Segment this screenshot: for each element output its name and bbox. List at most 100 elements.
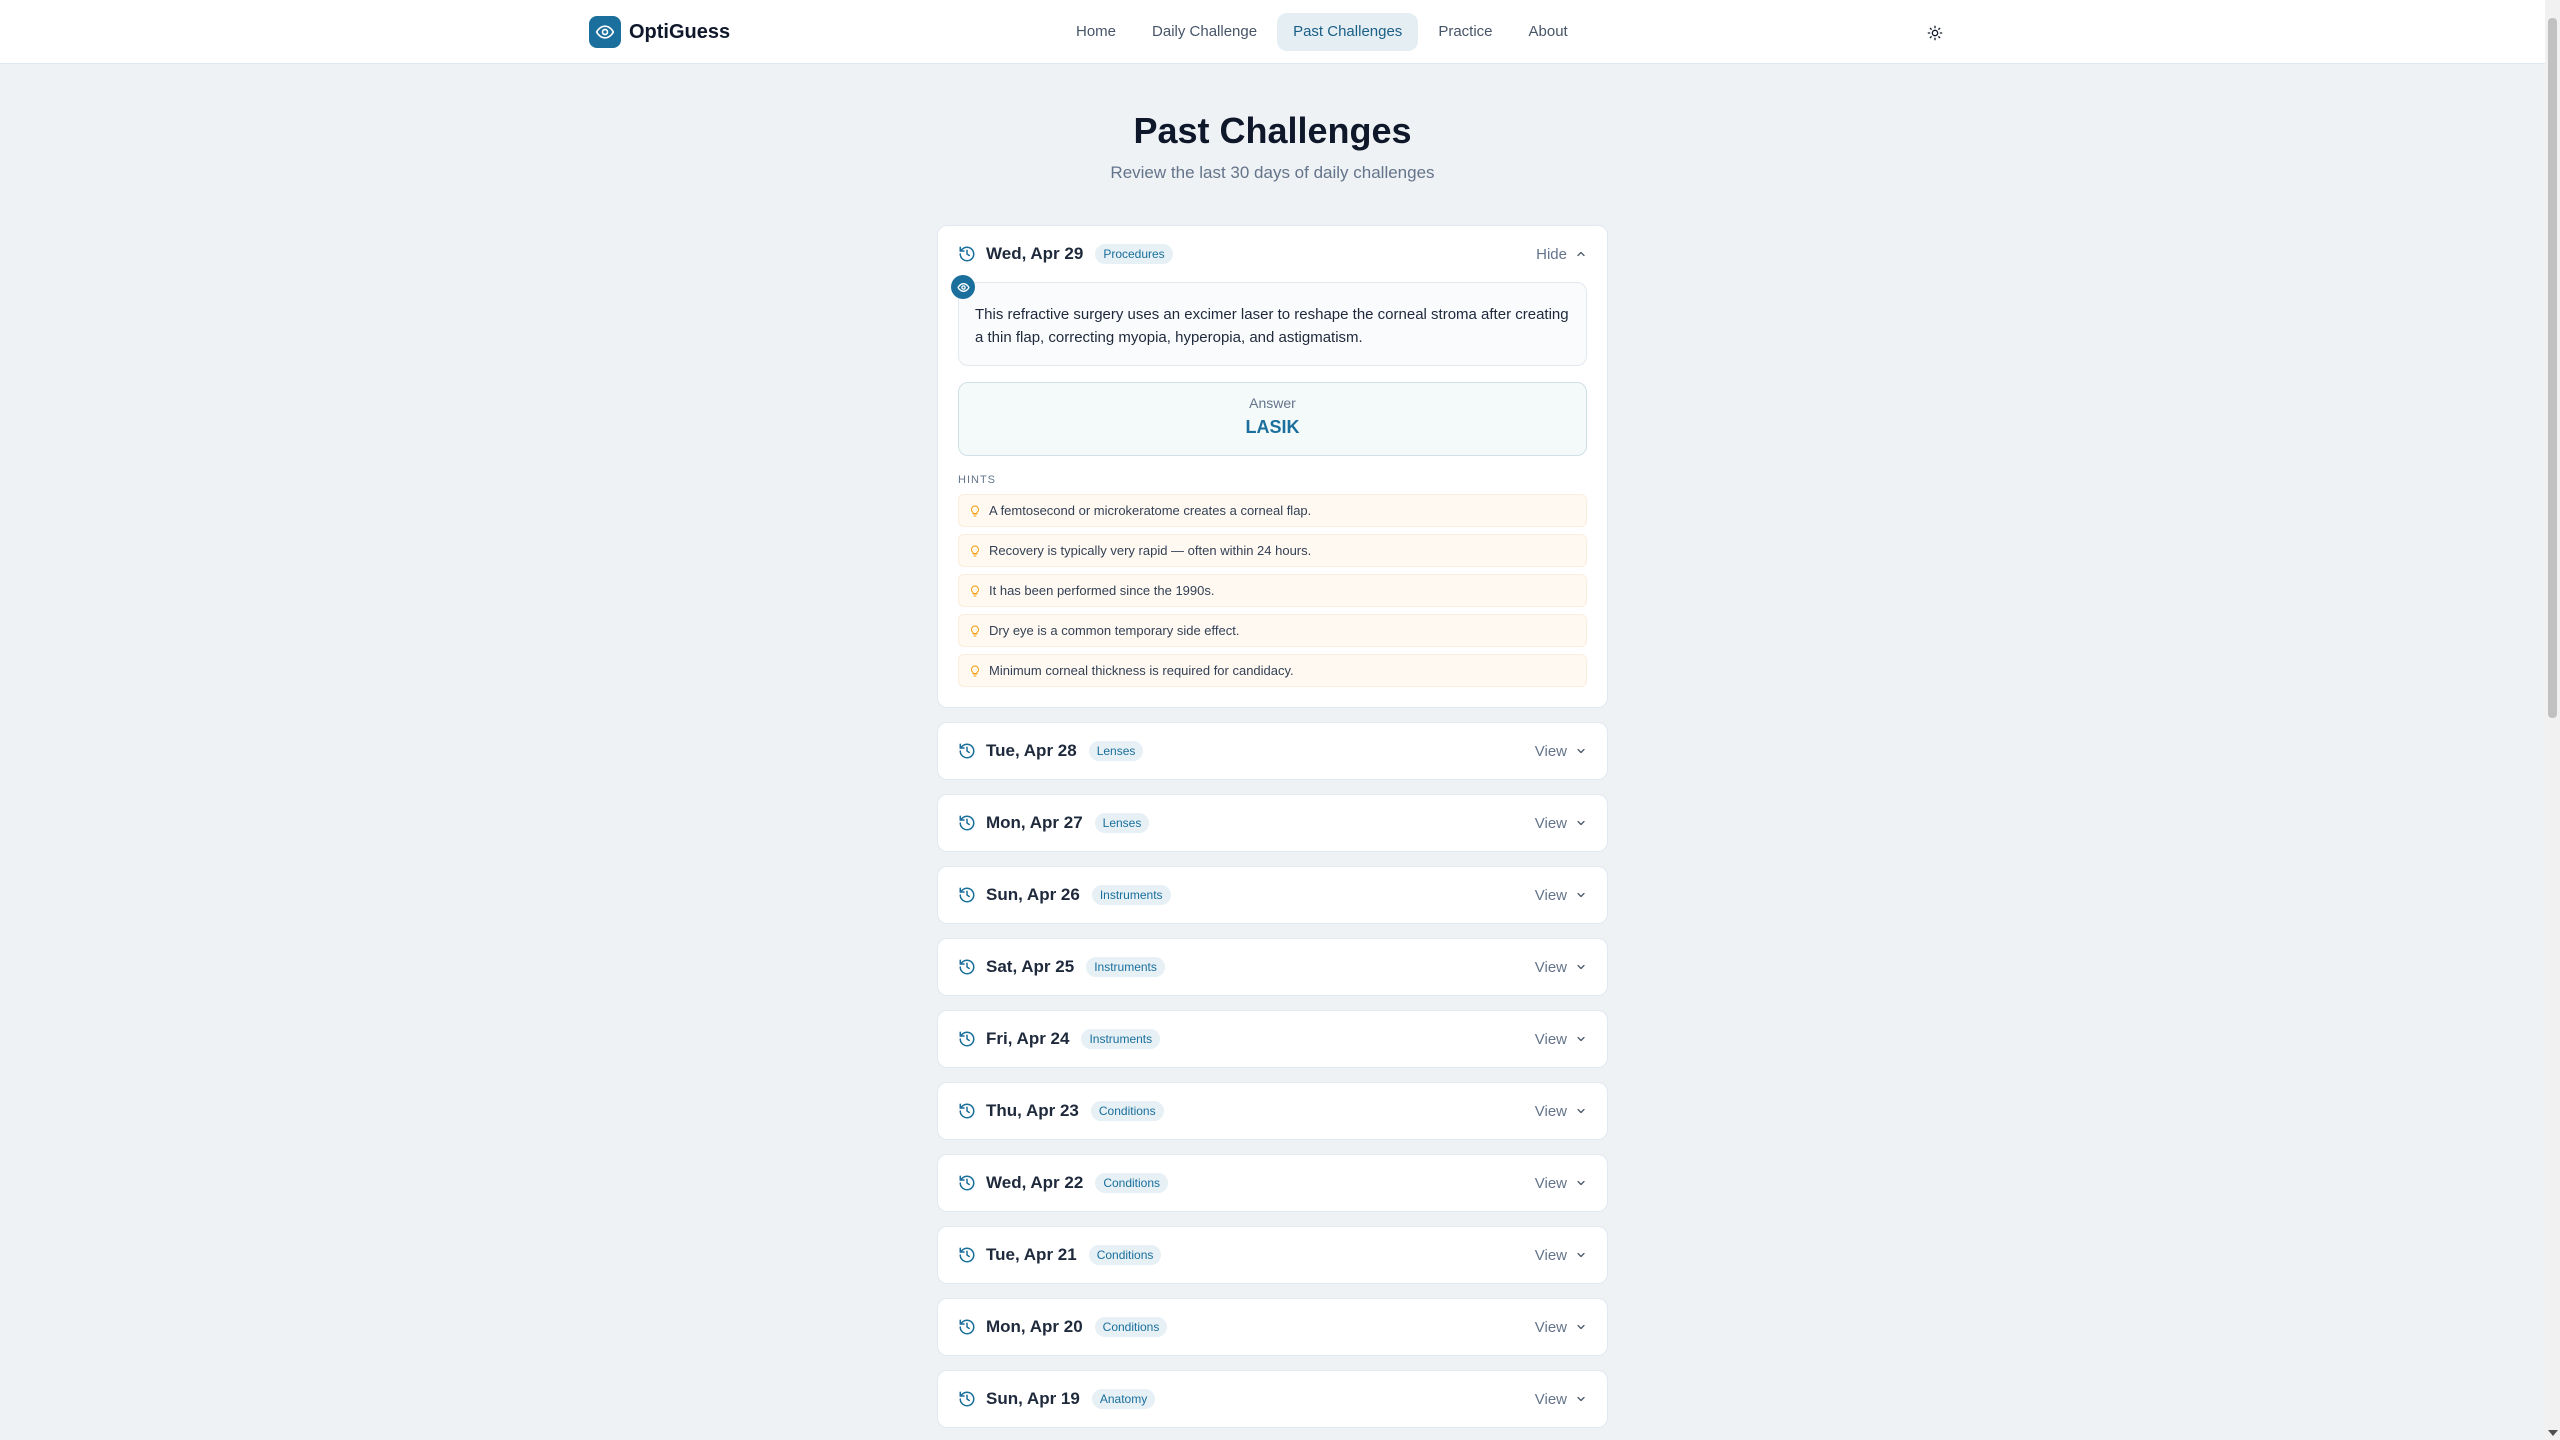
challenge-card-body: This refractive surgery uses an excimer … (938, 275, 1607, 707)
hint-text: Dry eye is a common temporary side effec… (989, 623, 1240, 638)
view-toggle[interactable]: View (1535, 1391, 1587, 1408)
toggle-label: View (1534, 958, 1567, 976)
history-icon (958, 1030, 976, 1048)
view-toggle[interactable]: View (1535, 1031, 1587, 1048)
scroll-down-arrow-icon[interactable] (2548, 1430, 2558, 1436)
toggle-label: View (1534, 1246, 1567, 1264)
category-badge: Conditions (1090, 1101, 1164, 1121)
category-badge: Lenses (1094, 813, 1150, 833)
lightbulb-icon (969, 504, 981, 518)
chevron-down-icon (1577, 1324, 1585, 1330)
view-toggle[interactable]: View (1535, 1103, 1587, 1120)
hints-heading: HINTS (958, 474, 996, 486)
chevron-down-icon (1577, 1108, 1585, 1114)
brand-link[interactable]: OptiGuess (589, 16, 730, 48)
hint-text: It has been performed since the 1990s. (989, 583, 1215, 598)
nav-daily-challenge[interactable]: Daily Challenge (1136, 13, 1273, 51)
challenge-card-header[interactable]: Tue, Apr 21 Conditions View (938, 1227, 1607, 1283)
chevron-down-icon (1577, 892, 1585, 898)
challenge-card: Tue, Apr 21 Conditions View (937, 1226, 1608, 1284)
chevron-down-icon (1577, 1396, 1585, 1402)
challenge-card: Mon, Apr 20 Conditions View (937, 1298, 1608, 1356)
history-icon (958, 814, 976, 832)
chevron-down-icon (1577, 1036, 1585, 1042)
challenge-card: Tue, Apr 28 Lenses View (937, 722, 1608, 780)
view-toggle[interactable]: View (1535, 959, 1587, 976)
challenge-card: Sat, Apr 25 Instruments View (937, 938, 1608, 996)
hint-item: Recovery is typically very rapid — often… (958, 534, 1587, 567)
challenge-date: Wed, Apr 22 (986, 1173, 1084, 1192)
history-icon (958, 958, 976, 976)
view-toggle[interactable]: View (1535, 815, 1587, 832)
challenge-card-header[interactable]: Tue, Apr 28 Lenses View (938, 723, 1607, 779)
brand-name: OptiGuess (629, 20, 731, 43)
category-badge: Conditions (1094, 1317, 1168, 1337)
toggle-label: Hide (1536, 245, 1567, 263)
history-icon (958, 742, 976, 760)
history-icon (958, 1102, 976, 1120)
hint-text: Recovery is typically very rapid — often… (989, 543, 1312, 558)
answer-value: LASIK (1245, 417, 1300, 437)
challenge-date: Fri, Apr 24 (986, 1029, 1070, 1048)
history-icon (958, 245, 976, 263)
chevron-down-icon (1577, 1180, 1585, 1186)
main-nav: Home Daily Challenge Past Challenges Pra… (1060, 13, 1584, 51)
hint-item: A femtosecond or microkeratome creates a… (958, 494, 1587, 527)
category-badge: Procedures (1095, 244, 1173, 264)
challenge-date: Tue, Apr 28 (986, 741, 1077, 760)
challenge-date: Mon, Apr 27 (986, 813, 1083, 832)
sun-icon (1927, 25, 1943, 41)
challenge-card-header[interactable]: Sun, Apr 19 Anatomy View (938, 1371, 1607, 1427)
challenge-card-header[interactable]: Thu, Apr 23 Conditions View (938, 1083, 1607, 1139)
answer-box: Answer LASIK (958, 382, 1587, 456)
page-title: Past Challenges (1133, 110, 1412, 151)
theme-toggle-button[interactable] (1922, 20, 1948, 46)
toggle-label: View (1534, 1030, 1567, 1048)
scrollbar-thumb[interactable] (2548, 18, 2557, 718)
view-toggle[interactable]: View (1535, 1319, 1587, 1336)
challenge-card-header[interactable]: Wed, Apr 22 Conditions View (938, 1155, 1607, 1211)
category-badge: Instruments (1081, 1029, 1161, 1049)
challenge-card-header[interactable]: Wed, Apr 29 Procedures Hide (938, 226, 1607, 282)
challenge-list: Wed, Apr 29 Procedures Hide This refract… (937, 225, 1608, 1440)
challenge-card-header[interactable]: Sun, Apr 26 Instruments View (938, 867, 1607, 923)
toggle-label: View (1534, 1390, 1567, 1408)
challenge-date: Thu, Apr 23 (986, 1101, 1079, 1120)
hints-list: A femtosecond or microkeratome creates a… (958, 494, 1587, 687)
chevron-down-icon (1577, 964, 1585, 970)
view-toggle[interactable]: View (1535, 743, 1587, 760)
nav-past-challenges[interactable]: Past Challenges (1277, 13, 1419, 51)
challenge-card-header[interactable]: Sat, Apr 25 Instruments View (938, 939, 1607, 995)
challenge-card-header[interactable]: Mon, Apr 20 Conditions View (938, 1299, 1607, 1355)
challenge-date: Sun, Apr 26 (986, 885, 1080, 904)
page-scrollbar[interactable] (2545, 0, 2560, 1440)
category-badge: Instruments (1091, 885, 1171, 905)
category-badge: Conditions (1095, 1173, 1169, 1193)
eye-logo-icon (589, 16, 621, 48)
toggle-label: View (1534, 1102, 1567, 1120)
history-icon (958, 886, 976, 904)
history-icon (958, 1246, 976, 1264)
category-badge: Instruments (1086, 957, 1165, 977)
challenge-card-header[interactable]: Fri, Apr 24 Instruments View (938, 1011, 1607, 1067)
challenge-card: Mon, Apr 27 Lenses View (937, 794, 1608, 852)
category-badge: Anatomy (1091, 1389, 1156, 1409)
page-subtitle: Review the last 30 days of daily challen… (1110, 163, 1435, 182)
chevron-up-icon (1577, 251, 1585, 257)
view-toggle[interactable]: View (1535, 1175, 1587, 1192)
top-nav-bar: OptiGuess Home Daily Challenge Past Chal… (0, 0, 2545, 64)
nav-practice[interactable]: Practice (1422, 13, 1508, 51)
toggle-label: View (1534, 1318, 1567, 1336)
challenge-card: Thu, Apr 23 Conditions View (937, 1082, 1608, 1140)
toggle-label: View (1534, 1174, 1567, 1192)
view-toggle[interactable]: View (1535, 1247, 1587, 1264)
toggle-label: View (1534, 886, 1567, 904)
lightbulb-icon (969, 544, 981, 558)
nav-home[interactable]: Home (1060, 13, 1132, 51)
view-toggle[interactable]: View (1535, 887, 1587, 904)
nav-about[interactable]: About (1513, 13, 1584, 51)
challenge-date: Wed, Apr 29 (986, 244, 1084, 263)
hide-toggle[interactable]: Hide (1536, 246, 1587, 263)
history-icon (958, 1390, 976, 1408)
challenge-card-header[interactable]: Mon, Apr 27 Lenses View (938, 795, 1607, 851)
